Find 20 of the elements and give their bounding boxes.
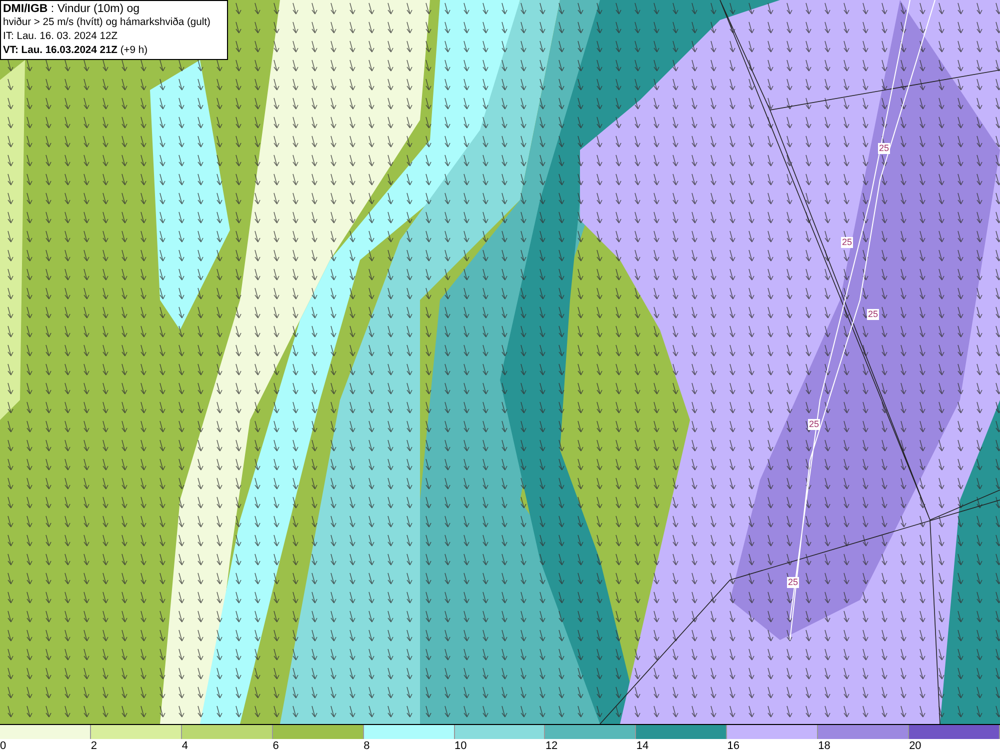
legend-label: 2	[90, 739, 98, 753]
legend-label: 16	[727, 739, 740, 753]
legend-label: 20	[909, 739, 922, 753]
legend-label: 10	[454, 739, 467, 753]
map-title: DMI/IGB : Vindur (10m) og	[3, 2, 141, 16]
legend-label: 6	[272, 739, 279, 753]
contour-label: 25	[867, 309, 880, 320]
contour-label: 25	[878, 143, 890, 154]
legend-label: 0	[0, 739, 6, 753]
map-subtitle: hviður > 25 m/s (hvítt) og hámarkshviða (gult)	[3, 16, 212, 30]
legend-label: 14	[636, 739, 649, 753]
contour-label: 25	[808, 419, 820, 430]
contour-label: 25	[841, 237, 854, 248]
legend-label: 18	[818, 739, 830, 753]
map-subtitle: VT: Lau. 16.03.2024 21Z (+9 h)	[3, 44, 149, 58]
legend-label: 8	[364, 739, 370, 753]
legend-label: 4	[182, 739, 188, 753]
contour-label: 25	[787, 577, 800, 588]
legend-label: 12	[545, 739, 558, 753]
map-subtitle: IT: Lau. 16. 03. 2024 12Z	[3, 30, 118, 44]
